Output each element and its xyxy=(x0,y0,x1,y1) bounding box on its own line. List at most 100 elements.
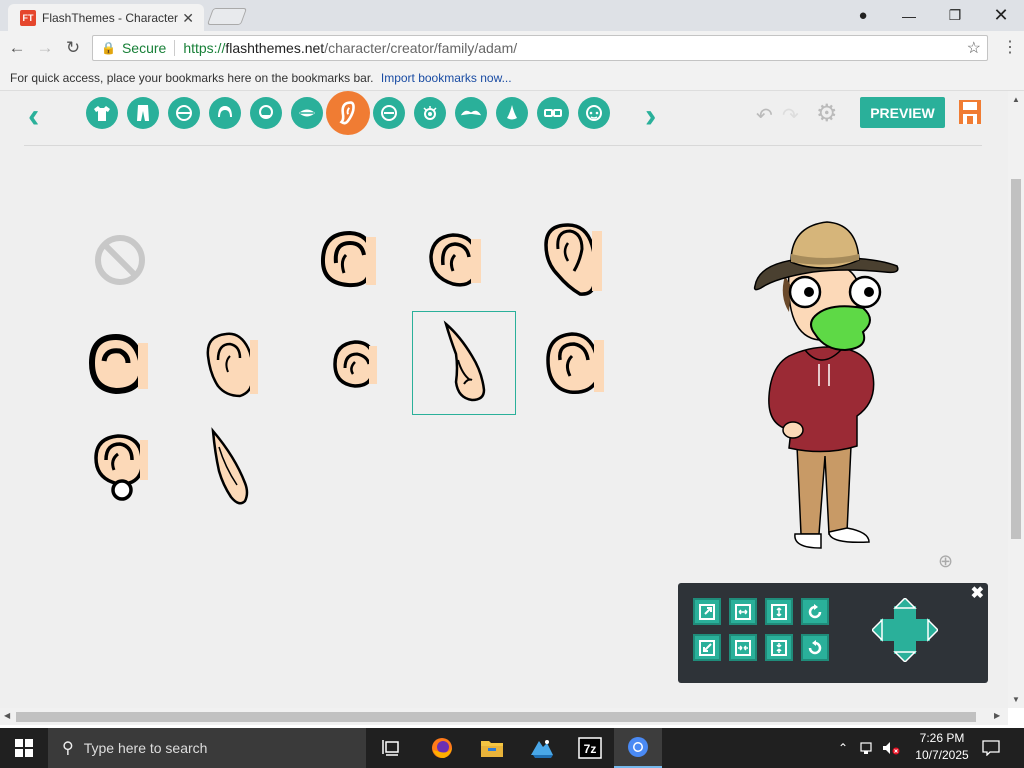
omnibox-separator xyxy=(174,40,176,56)
task-view-icon[interactable] xyxy=(368,728,416,768)
notifications-icon[interactable] xyxy=(982,728,1000,768)
undo-icon[interactable]: ↶ xyxy=(756,103,773,128)
horizontal-scrollbar[interactable]: ◀ ▶ xyxy=(0,708,1008,725)
maximize-button[interactable]: ❐ xyxy=(932,0,978,31)
mouth-icon[interactable] xyxy=(291,97,323,129)
search-placeholder: Type here to search xyxy=(83,740,208,756)
squash-vertical-button[interactable] xyxy=(765,634,793,661)
taskbar-search[interactable]: ⚲ Type here to search xyxy=(48,728,366,768)
nose-icon[interactable] xyxy=(496,97,528,129)
beard-icon[interactable] xyxy=(250,97,282,129)
address-bar[interactable]: 🔒 Secure https:// flashthemes.net /chara… xyxy=(92,35,988,61)
elf-ear-option-selected[interactable] xyxy=(412,311,516,415)
file-explorer-icon[interactable] xyxy=(468,728,516,768)
scroll-right-icon[interactable]: ▶ xyxy=(994,711,1000,720)
import-bookmarks-link[interactable]: Import bookmarks now... xyxy=(381,71,512,85)
category-next-button[interactable]: › xyxy=(645,97,656,136)
move-dpad[interactable] xyxy=(872,598,938,662)
lock-icon: 🔒 xyxy=(101,41,116,55)
volume-muted-icon[interactable] xyxy=(882,728,900,768)
glasses-icon[interactable] xyxy=(537,97,569,129)
scale-up-button[interactable] xyxy=(693,598,721,625)
ear-icon[interactable] xyxy=(326,91,370,135)
zoom-icon[interactable]: ⊕ xyxy=(938,551,953,572)
stretch-horizontal-button[interactable] xyxy=(729,598,757,625)
scroll-up-icon[interactable]: ▲ xyxy=(1012,95,1020,104)
category-prev-button[interactable]: ‹ xyxy=(28,97,39,136)
new-tab-button[interactable] xyxy=(206,8,248,25)
favicon-icon: FT xyxy=(20,9,36,26)
clock-date: 10/7/2025 xyxy=(915,748,969,762)
no-ear-option[interactable] xyxy=(68,208,172,312)
rotate-clockwise-button[interactable] xyxy=(801,598,829,625)
ear-option-6[interactable] xyxy=(302,313,406,417)
close-panel-icon[interactable]: ✖ xyxy=(971,583,984,603)
character-creator: ‹ › ↶ ↷ ⚙ PREVIEW ⊕ ✖ xyxy=(0,91,1008,708)
close-window-button[interactable]: ✕ xyxy=(978,0,1024,31)
ear-option-earring[interactable] xyxy=(68,415,172,519)
face-shape-icon[interactable] xyxy=(168,97,200,129)
pants-icon[interactable] xyxy=(127,97,159,129)
windows-taskbar: ⚲ Type here to search 7z ⌃ 7:26 PM 10/7/… xyxy=(0,728,1024,768)
paint-app-icon[interactable] xyxy=(518,728,566,768)
eyebrow-icon[interactable] xyxy=(455,97,487,129)
chrome-icon[interactable] xyxy=(614,728,662,768)
ear-option-3[interactable] xyxy=(520,208,624,312)
rotate-counterclockwise-button[interactable] xyxy=(801,634,829,661)
vertical-scrollbar[interactable]: ▲ ▼ xyxy=(1008,91,1024,708)
browser-toolbar: ← → ↻ 🔒 Secure https:// flashthemes.net … xyxy=(0,31,1024,65)
browser-menu-icon[interactable]: ⋮ xyxy=(1002,37,1018,57)
tab-strip: FT FlashThemes - Character ✕ ● — ❐ ✕ xyxy=(0,0,1024,31)
eye-icon[interactable] xyxy=(414,97,446,129)
bookmark-star-icon[interactable]: ☆ xyxy=(967,38,981,58)
eye-shape-icon[interactable] xyxy=(373,97,405,129)
ear-option-8[interactable] xyxy=(522,313,626,417)
reload-button[interactable]: ↻ xyxy=(62,38,84,60)
show-hidden-icons[interactable]: ⌃ xyxy=(838,728,848,768)
system-clock[interactable]: 7:26 PM 10/7/2025 xyxy=(904,730,980,764)
close-tab-icon[interactable]: ✕ xyxy=(182,10,194,27)
elf-ear-option-long[interactable] xyxy=(178,417,282,521)
tab-title: FlashThemes - Character xyxy=(42,10,179,25)
shirt-icon[interactable] xyxy=(86,97,118,129)
ear-option-2[interactable] xyxy=(402,208,506,312)
save-icon[interactable] xyxy=(958,99,982,125)
start-button[interactable] xyxy=(0,728,48,768)
character-preview xyxy=(753,221,899,549)
preview-button[interactable]: PREVIEW xyxy=(860,97,945,128)
vertical-scroll-thumb[interactable] xyxy=(1011,179,1021,539)
search-icon: ⚲ xyxy=(62,740,74,757)
squash-horizontal-button[interactable] xyxy=(729,634,757,661)
clock-time: 7:26 PM xyxy=(919,731,965,745)
bookmarks-hint: For quick access, place your bookmarks h… xyxy=(10,71,374,85)
accessory-icon[interactable] xyxy=(578,97,610,129)
ear-option-1[interactable] xyxy=(296,208,400,312)
transform-panel: ✖ xyxy=(678,583,988,683)
url-path: /character/creator/family/adam/ xyxy=(324,40,518,56)
redo-icon[interactable]: ↷ xyxy=(782,103,799,128)
7zip-icon[interactable]: 7z xyxy=(566,728,614,768)
url-scheme: https:// xyxy=(183,40,226,56)
none-icon xyxy=(95,235,145,285)
scale-down-button[interactable] xyxy=(693,634,721,661)
forward-button[interactable]: → xyxy=(34,38,56,60)
scroll-left-icon[interactable]: ◀ xyxy=(4,711,10,720)
tab-flashthemes[interactable]: FT FlashThemes - Character ✕ xyxy=(8,4,204,31)
bookmarks-bar: For quick access, place your bookmarks h… xyxy=(0,65,1024,91)
settings-gear-icon[interactable]: ⚙ xyxy=(816,99,838,128)
svg-text:7z: 7z xyxy=(584,742,597,756)
horizontal-scroll-thumb[interactable] xyxy=(16,712,976,722)
ear-option-4[interactable] xyxy=(66,313,170,417)
profile-icon[interactable]: ● xyxy=(840,0,886,31)
secure-label: Secure xyxy=(121,40,167,56)
scroll-down-icon[interactable]: ▼ xyxy=(1012,695,1020,704)
back-button[interactable]: ← xyxy=(6,38,28,60)
minimize-button[interactable]: — xyxy=(886,0,932,31)
hair-icon[interactable] xyxy=(209,97,241,129)
stretch-vertical-button[interactable] xyxy=(765,598,793,625)
firefox-icon[interactable] xyxy=(418,728,466,768)
ear-option-5[interactable] xyxy=(178,313,282,417)
toolbar-divider xyxy=(24,145,982,146)
windows-logo-icon xyxy=(15,739,33,757)
network-icon[interactable] xyxy=(860,728,876,768)
